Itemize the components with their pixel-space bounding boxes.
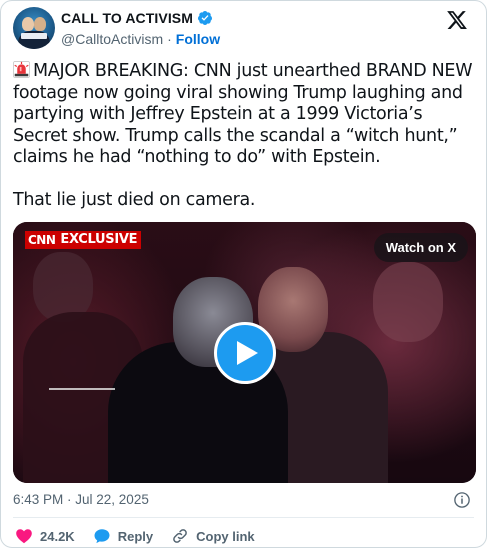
exclusive-label: EXCLUSIVE bbox=[58, 231, 142, 249]
like-count: 24.2K bbox=[40, 528, 75, 544]
action-bar: 24.2K Reply Copy link bbox=[15, 527, 273, 545]
avatar[interactable] bbox=[13, 7, 55, 49]
x-logo-icon[interactable] bbox=[446, 9, 468, 31]
footer-divider bbox=[13, 517, 474, 518]
play-icon bbox=[237, 341, 258, 365]
author-handle[interactable]: @CalltoActivism bbox=[61, 31, 163, 47]
video-figure-right-head bbox=[373, 262, 443, 342]
cnn-exclusive-badge: CNN EXCLUSIVE bbox=[25, 231, 142, 249]
reply-label: Reply bbox=[117, 528, 154, 544]
avatar-face-left bbox=[22, 17, 34, 31]
tweet-paragraph-2: That lie just died on camera. bbox=[13, 189, 256, 210]
tweet-paragraph-1-text: MAJOR BREAKING: CNN just unearthed BRAND… bbox=[13, 61, 473, 167]
copy-link-label: Copy link bbox=[196, 528, 255, 544]
play-button[interactable] bbox=[214, 322, 276, 384]
tweet-text: MAJOR BREAKING: CNN just unearthed BRAND… bbox=[13, 61, 475, 211]
handle-separator: · bbox=[167, 31, 172, 47]
info-icon[interactable] bbox=[453, 491, 471, 509]
video-scrub-indicator bbox=[49, 388, 115, 390]
link-icon bbox=[173, 529, 187, 543]
author-handle-row: @CalltoActivism · Follow bbox=[61, 31, 220, 47]
watch-on-x-button[interactable]: Watch on X bbox=[373, 233, 468, 262]
copy-link-button[interactable]: Copy link bbox=[171, 527, 255, 545]
avatar-tag bbox=[21, 33, 47, 39]
reply-button[interactable]: Reply bbox=[93, 527, 153, 545]
siren-emoji-icon bbox=[13, 61, 30, 78]
avatar-face-right bbox=[34, 17, 46, 31]
heart-icon bbox=[16, 529, 32, 544]
video-player[interactable]: CNN EXCLUSIVE Watch on X bbox=[13, 222, 476, 483]
tweet-card: CALL TO ACTIVISM @CalltoActivism · Follo… bbox=[0, 0, 487, 548]
tweet-paragraph-1: MAJOR BREAKING: CNN just unearthed BRAND… bbox=[13, 61, 475, 169]
follow-button[interactable]: Follow bbox=[176, 31, 220, 47]
author-display-name[interactable]: CALL TO ACTIVISM bbox=[61, 10, 193, 26]
like-button[interactable]: 24.2K bbox=[15, 527, 75, 545]
author-name-row: CALL TO ACTIVISM bbox=[61, 10, 213, 26]
cnn-logo: CNN bbox=[25, 231, 59, 249]
verified-badge-icon bbox=[198, 11, 213, 25]
reply-icon bbox=[94, 529, 110, 544]
tweet-timestamp[interactable]: 6:43 PM · Jul 22, 2025 bbox=[13, 492, 149, 507]
